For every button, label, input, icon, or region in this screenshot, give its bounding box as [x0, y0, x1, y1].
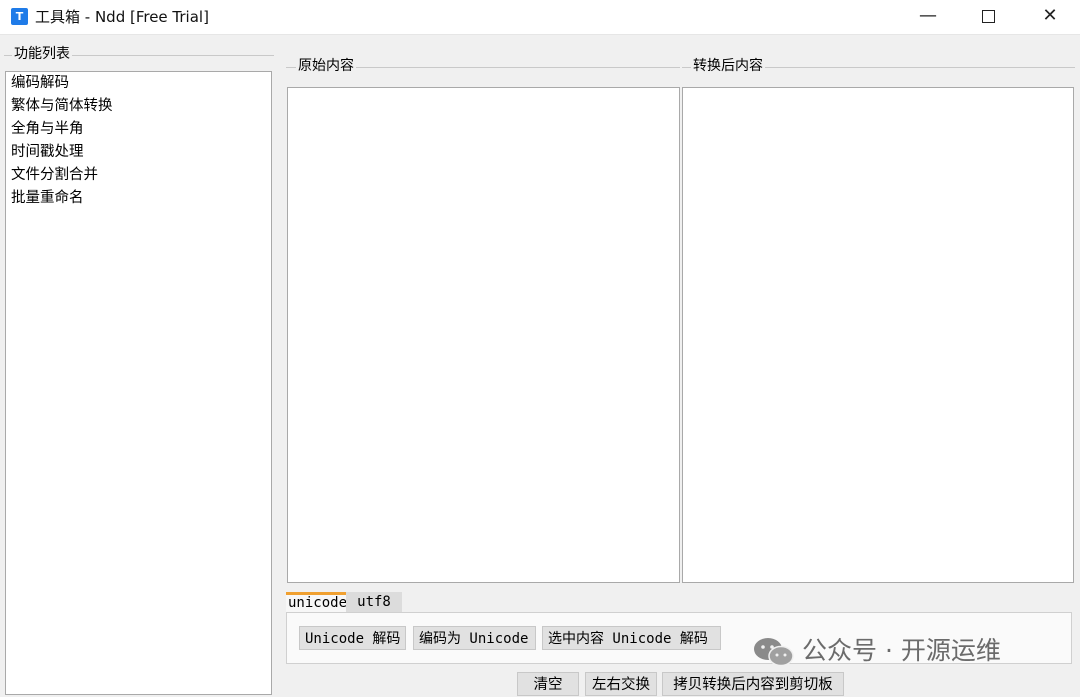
encode-unicode-button[interactable]: 编码为 Unicode [413, 626, 536, 650]
function-list[interactable]: 编码解码 繁体与简体转换 全角与半角 时间戳处理 文件分割合并 批量重命名 [5, 71, 272, 695]
title-bar: T 工具箱 - Ndd [Free Trial] — ✕ [0, 0, 1080, 35]
swap-button[interactable]: 左右交换 [585, 672, 657, 696]
result-text-area[interactable] [682, 87, 1074, 583]
list-item[interactable]: 全角与半角 [6, 118, 271, 141]
list-item[interactable]: 批量重命名 [6, 187, 271, 210]
copy-result-button[interactable]: 拷贝转换后内容到剪切板 [662, 672, 844, 696]
watermark-text: 公众号 · 开源运维 [802, 636, 1001, 665]
list-item[interactable]: 时间戳处理 [6, 141, 271, 164]
tab-unicode[interactable]: unicode [286, 592, 347, 612]
list-item[interactable]: 繁体与简体转换 [6, 95, 271, 118]
sidebar-group-title: 功能列表 [12, 45, 72, 63]
result-group-title: 转换后内容 [691, 57, 765, 75]
list-item[interactable]: 编码解码 [6, 72, 271, 95]
decode-selection-button[interactable]: 选中内容 Unicode 解码 [542, 626, 721, 650]
close-button[interactable]: ✕ [1020, 0, 1080, 34]
window-title: 工具箱 - Ndd [Free Trial] [35, 8, 209, 26]
maximize-icon [981, 9, 995, 23]
tab-utf8[interactable]: utf8 [346, 592, 402, 612]
list-item[interactable]: 文件分割合并 [6, 164, 271, 187]
clear-button[interactable]: 清空 [517, 672, 579, 696]
unicode-decode-button[interactable]: Unicode 解码 [299, 626, 406, 650]
app-icon: T [11, 8, 28, 25]
minimize-button[interactable]: — [898, 0, 958, 34]
source-group-title: 原始内容 [296, 57, 356, 75]
wechat-icon [754, 638, 794, 667]
maximize-button[interactable] [958, 0, 1018, 34]
source-text-area[interactable] [287, 87, 680, 583]
